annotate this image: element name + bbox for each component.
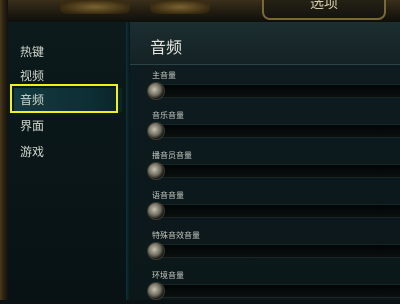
sidebar-item-game[interactable]: 游戏: [14, 140, 122, 164]
slider-knob[interactable]: [147, 82, 165, 100]
sidebar-item-label: 视频: [20, 69, 45, 83]
slider-knob[interactable]: [147, 122, 165, 140]
setting-label: 音乐音量: [152, 111, 184, 120]
frame-ornament: [60, 0, 130, 14]
panel-header: 音频: [130, 22, 400, 65]
panel-title: 音频: [150, 38, 183, 57]
setting-label: 播音员音量: [152, 151, 192, 160]
audio-settings-panel: 音频 主音量 音乐音量 播音员音量 语音音量 特殊音效音量 环境音量: [130, 22, 400, 300]
sidebar-item-label: 热键: [20, 45, 45, 59]
selection-highlight: [10, 84, 118, 113]
ambient-volume-setting: 环境音量: [147, 270, 400, 304]
ambient-volume-slider[interactable]: [147, 282, 400, 300]
sidebar-item-hotkeys[interactable]: 热键: [14, 40, 122, 64]
master-volume-slider[interactable]: [147, 82, 400, 100]
sidebar-item-label: 界面: [20, 119, 45, 133]
sidebar-item-label: 游戏: [20, 145, 45, 159]
music-volume-setting: 音乐音量: [147, 110, 400, 144]
voice-volume-slider[interactable]: [147, 202, 400, 220]
slider-knob[interactable]: [147, 242, 165, 260]
setting-label: 环境音量: [152, 271, 184, 280]
window-left-frame: [0, 0, 8, 300]
voice-volume-setting: 语音音量: [147, 190, 400, 224]
sfx-volume-setting: 特殊音效音量: [147, 230, 400, 264]
settings-sidebar: 热键 视频 音频 界面 游戏: [8, 22, 126, 300]
slider-knob[interactable]: [147, 162, 165, 180]
music-volume-slider[interactable]: [147, 122, 400, 140]
slider-knob[interactable]: [147, 202, 165, 220]
announcer-volume-slider[interactable]: [147, 162, 400, 180]
frame-ornament: [150, 0, 210, 14]
sfx-volume-slider[interactable]: [147, 242, 400, 260]
setting-label: 语音音量: [152, 191, 184, 200]
sidebar-item-interface[interactable]: 界面: [14, 114, 122, 138]
announcer-volume-setting: 播音员音量: [147, 150, 400, 184]
master-volume-setting: 主音量: [147, 70, 400, 104]
setting-label: 主音量: [152, 71, 176, 80]
setting-label: 特殊音效音量: [152, 231, 200, 240]
slider-knob[interactable]: [147, 282, 165, 300]
window-title: 选项: [262, 0, 386, 20]
